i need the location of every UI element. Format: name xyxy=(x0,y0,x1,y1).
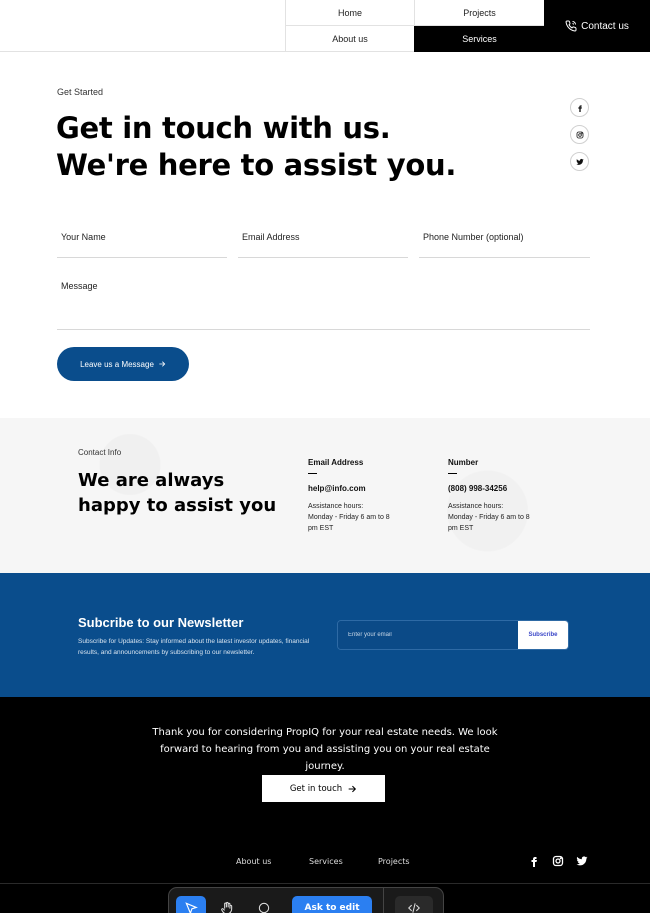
footer-message: Thank you for considering PropIQ for you… xyxy=(0,724,650,775)
footer-services-link[interactable]: Services xyxy=(309,857,343,866)
toolbar-divider xyxy=(383,888,384,913)
editor-toolbar: Ask to edit xyxy=(168,887,444,913)
phone-number-link[interactable]: (808) 998-34256 xyxy=(448,484,538,493)
twitter-icon xyxy=(575,158,584,165)
footer-twitter-link[interactable] xyxy=(576,854,588,872)
email-hours-value: Monday - Friday 6 am to 8 pm EST xyxy=(308,514,390,532)
number-hours-value: Monday - Friday 6 am to 8 pm EST xyxy=(448,514,530,532)
nav-home-link[interactable]: Home xyxy=(285,0,414,26)
phone-input[interactable] xyxy=(419,232,590,242)
leave-message-label: Leave us a Message xyxy=(80,359,154,369)
site-footer: Thank you for considering PropIQ for you… xyxy=(0,697,650,913)
divider xyxy=(308,473,317,474)
twitter-icon xyxy=(576,856,588,866)
newsletter-form: Subscribe xyxy=(337,620,569,650)
email-info-label: Email Address xyxy=(308,458,364,467)
message-input[interactable] xyxy=(57,280,590,320)
arrow-right-icon xyxy=(348,785,357,792)
arrow-right-icon xyxy=(159,361,166,367)
email-hours-label: Assistance hours: xyxy=(308,503,364,510)
footer-social-links xyxy=(528,854,588,872)
get-in-touch-label: Get in touch xyxy=(289,783,343,794)
contact-info-section: Contact Info We are always happy to assi… xyxy=(0,418,650,573)
code-icon xyxy=(408,903,420,913)
name-field-wrapper xyxy=(57,232,227,258)
leave-message-button[interactable]: Leave us a Message xyxy=(57,347,189,381)
contact-info-title: We are always happy to assist you xyxy=(78,468,276,518)
footer-about-link[interactable]: About us xyxy=(236,857,271,866)
message-field-wrapper xyxy=(57,280,590,330)
contact-info-title-line-1: We are always xyxy=(78,470,225,491)
facebook-icon xyxy=(531,857,537,867)
hero-title: Get in touch with us. We're here to assi… xyxy=(56,110,456,184)
instagram-icon xyxy=(552,855,564,867)
number-info-label: Number xyxy=(448,458,479,467)
facebook-link[interactable] xyxy=(570,98,589,117)
cursor-icon xyxy=(185,902,198,913)
hero-title-line-1: Get in touch with us. xyxy=(56,111,391,145)
phone-icon xyxy=(565,20,577,32)
email-field-wrapper xyxy=(238,232,408,258)
hand-tool-button[interactable] xyxy=(214,896,240,913)
newsletter-section: Subcribe to our Newsletter Subscribe for… xyxy=(0,573,650,697)
number-info-column: Number (808) 998-34256 Assistance hours:… xyxy=(448,458,538,534)
ask-to-edit-button[interactable]: Ask to edit xyxy=(292,896,372,913)
contact-info-eyebrow: Contact Info xyxy=(78,448,122,457)
divider xyxy=(448,473,457,474)
email-link[interactable]: help@info.com xyxy=(308,484,398,493)
select-tool-button[interactable] xyxy=(176,896,206,913)
code-view-button[interactable] xyxy=(395,896,433,913)
number-hours: Assistance hours: Monday - Friday 6 am t… xyxy=(448,501,538,534)
footer-message-text: Thank you for considering PropIQ for you… xyxy=(152,727,498,772)
main-nav: Home Projects About us Services xyxy=(285,0,544,52)
nav-services-link[interactable]: Services xyxy=(414,26,544,52)
instagram-link[interactable] xyxy=(570,125,589,144)
contact-us-label: Contact us xyxy=(581,20,629,32)
name-input[interactable] xyxy=(57,232,227,242)
site-header: Home Projects About us Services Contact … xyxy=(0,0,650,52)
contact-info-title-line-2: happy to assist you xyxy=(78,495,277,516)
instagram-icon xyxy=(576,131,583,138)
comment-icon xyxy=(258,902,270,913)
footer-instagram-link[interactable] xyxy=(552,854,564,872)
hand-icon xyxy=(221,901,233,913)
newsletter-title: Subcribe to our Newsletter xyxy=(78,615,244,630)
twitter-link[interactable] xyxy=(570,152,589,171)
hero-title-line-2: We're here to assist you. xyxy=(56,148,457,182)
comment-tool-button[interactable] xyxy=(251,896,277,913)
nav-projects-link[interactable]: Projects xyxy=(414,0,544,26)
facebook-icon xyxy=(577,104,582,112)
footer-divider xyxy=(0,883,650,884)
contact-us-button[interactable]: Contact us xyxy=(544,0,650,52)
number-hours-label: Assistance hours: xyxy=(448,503,504,510)
email-input[interactable] xyxy=(238,232,408,242)
email-info-column: Email Address help@info.com Assistance h… xyxy=(308,458,398,534)
nav-about-link[interactable]: About us xyxy=(285,26,414,52)
social-links xyxy=(570,98,590,179)
email-hours: Assistance hours: Monday - Friday 6 am t… xyxy=(308,501,398,534)
newsletter-email-input[interactable] xyxy=(338,621,518,649)
get-in-touch-button[interactable]: Get in touch xyxy=(262,775,385,802)
newsletter-description: Subscribe for Updates: Stay informed abo… xyxy=(78,638,310,656)
get-started-eyebrow: Get Started xyxy=(57,87,104,97)
footer-facebook-link[interactable] xyxy=(528,854,540,872)
subscribe-button[interactable]: Subscribe xyxy=(518,621,568,649)
phone-field-wrapper xyxy=(419,232,590,258)
footer-projects-link[interactable]: Projects xyxy=(378,857,410,866)
